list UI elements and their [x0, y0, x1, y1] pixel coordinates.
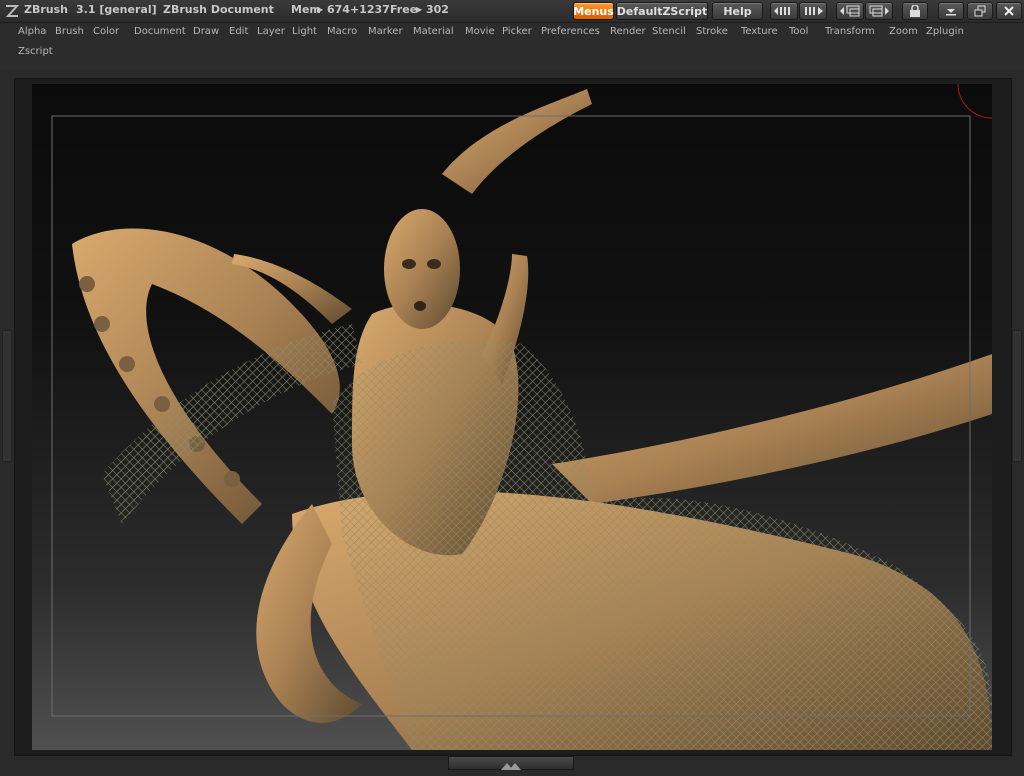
- menu-alpha[interactable]: Alpha: [18, 26, 46, 37]
- menu-edit[interactable]: Edit: [229, 26, 248, 37]
- right-tray-handle[interactable]: [1012, 330, 1022, 462]
- free-label: Free: [390, 3, 418, 16]
- document-name: ZBrush Document: [163, 3, 274, 16]
- menu-picker[interactable]: Picker: [502, 26, 532, 37]
- menu-macro[interactable]: Macro: [327, 26, 357, 37]
- expand-palette-icon[interactable]: [799, 2, 827, 20]
- tray-left-icon[interactable]: [836, 2, 864, 20]
- title-bar: ZBrush 3.1 [general] ZBrush Document Mem…: [0, 0, 1024, 23]
- app-name: ZBrush: [24, 3, 68, 16]
- left-tray-handle[interactable]: [2, 330, 12, 462]
- mem-value: 674+1237: [327, 3, 390, 16]
- menu-layer[interactable]: Layer: [257, 26, 285, 37]
- menu-preferences[interactable]: Preferences: [541, 26, 600, 37]
- restore-icon[interactable]: [967, 2, 993, 20]
- menu-material[interactable]: Material: [413, 26, 454, 37]
- menu-zoom[interactable]: Zoom: [889, 26, 918, 37]
- minimize-icon[interactable]: [938, 2, 964, 20]
- menu-movie[interactable]: Movie: [465, 26, 495, 37]
- zbrush-logo-icon: [5, 5, 20, 17]
- menu-light[interactable]: Light: [292, 26, 317, 37]
- close-icon[interactable]: [996, 2, 1022, 20]
- arrow-right-icon: ▶: [317, 5, 324, 14]
- menu-render[interactable]: Render: [610, 26, 646, 37]
- menu-document[interactable]: Document: [134, 26, 186, 37]
- help-button[interactable]: Help: [712, 2, 763, 20]
- menu-texture[interactable]: Texture: [741, 26, 778, 37]
- menu-zscript[interactable]: Zscript: [18, 46, 53, 57]
- app-version: 3.1 [general]: [76, 3, 157, 16]
- menu-marker[interactable]: Marker: [368, 26, 403, 37]
- shrink-palette-icon[interactable]: [770, 2, 798, 20]
- lock-icon[interactable]: [902, 2, 928, 20]
- free-value: 302: [426, 3, 449, 16]
- arrow-right-icon: ▶: [416, 5, 423, 14]
- menu-stencil[interactable]: Stencil: [652, 26, 686, 37]
- menu-color[interactable]: Color: [93, 26, 119, 37]
- document-canvas[interactable]: [32, 84, 992, 750]
- menu-zplugin[interactable]: Zplugin: [926, 26, 964, 37]
- menu-tool[interactable]: Tool: [789, 26, 808, 37]
- menu-brush[interactable]: Brush: [55, 26, 84, 37]
- tray-right-icon[interactable]: [865, 2, 893, 20]
- menus-button[interactable]: Menus: [573, 2, 614, 20]
- menu-transform[interactable]: Transform: [825, 26, 875, 37]
- menu-bar: Alpha Brush Color Document Draw Edit Lay…: [0, 23, 1024, 71]
- default-zscript-button[interactable]: DefaultZScript: [616, 2, 708, 20]
- sculpted-creature-render: [51, 84, 992, 750]
- menu-stroke[interactable]: Stroke: [696, 26, 728, 37]
- menu-draw[interactable]: Draw: [193, 26, 219, 37]
